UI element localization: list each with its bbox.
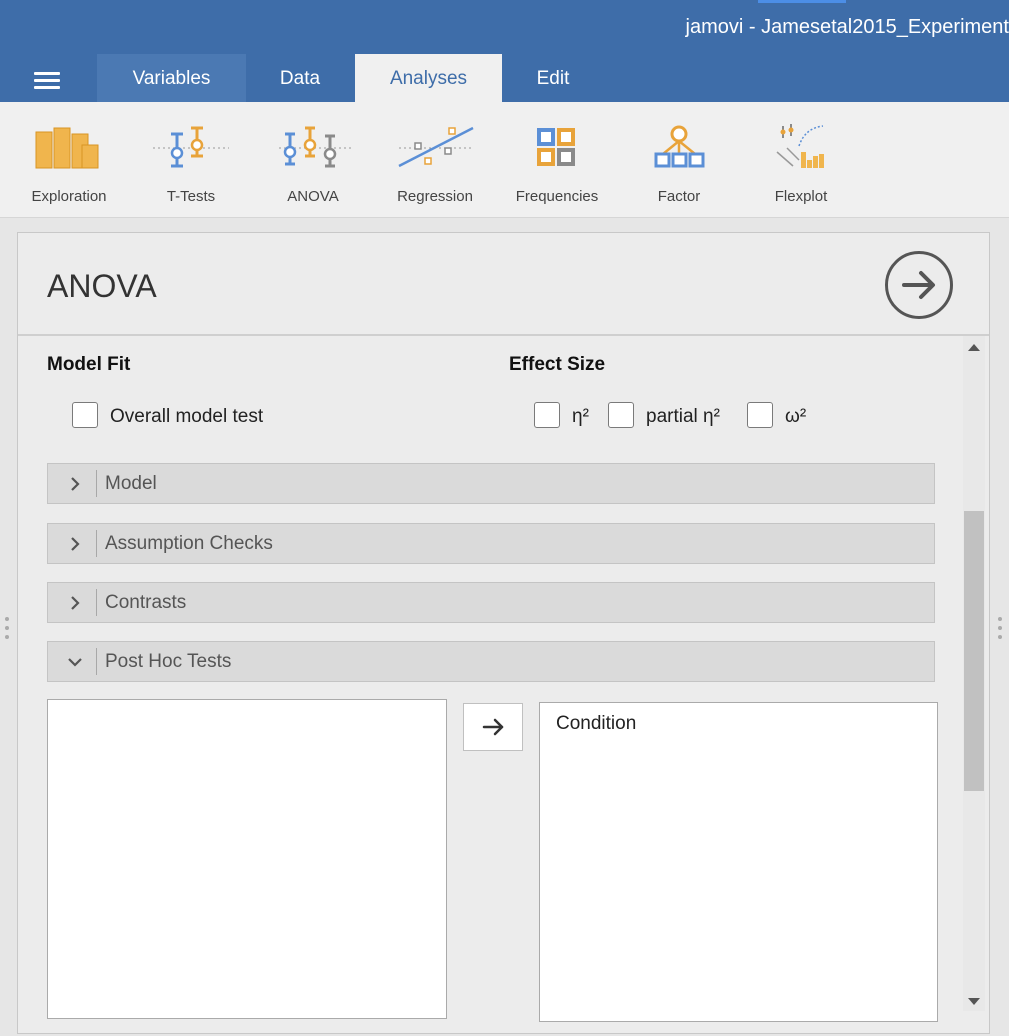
anova-button[interactable]: ANOVA: [253, 116, 373, 206]
selected-post-hoc-terms-list[interactable]: Condition: [539, 702, 938, 1022]
divider: [96, 530, 97, 557]
tab-data[interactable]: Data: [250, 54, 350, 102]
ribbon-label: Factor: [619, 188, 739, 205]
factor-button[interactable]: Factor: [619, 116, 739, 206]
frequencies-button[interactable]: Frequencies: [497, 116, 617, 206]
scroll-down-arrow-icon[interactable]: [968, 998, 980, 1005]
ribbon-label: Frequencies: [497, 188, 617, 205]
section-label: Assumption Checks: [105, 533, 273, 555]
regression-icon: [375, 120, 495, 176]
frequencies-icon: [497, 120, 617, 176]
partial-eta-squared-label: partial η²: [646, 406, 720, 428]
model-fit-heading: Model Fit: [47, 354, 130, 376]
window-title: jamovi - Jamesetal2015_Experiment: [686, 16, 1009, 39]
anova-icon: [253, 120, 373, 176]
available-variables-list[interactable]: [47, 699, 447, 1019]
effect-size-heading: Effect Size: [509, 354, 605, 376]
factor-icon: [619, 120, 739, 176]
flexplot-icon: [741, 120, 861, 176]
chevron-right-icon: [66, 594, 84, 612]
ribbon-label: Regression: [375, 188, 495, 205]
scroll-up-arrow-icon[interactable]: [968, 344, 980, 351]
omega-squared-label: ω²: [785, 406, 806, 428]
ribbon-label: T-Tests: [131, 188, 251, 205]
eta-squared-checkbox[interactable]: [534, 402, 560, 428]
regression-button[interactable]: Regression: [375, 116, 495, 206]
scrollbar-thumb[interactable]: [964, 511, 984, 791]
t-tests-icon: [131, 120, 251, 176]
chevron-right-icon: [66, 475, 84, 493]
t-tests-button[interactable]: T-Tests: [131, 116, 251, 206]
divider: [96, 470, 97, 497]
move-variable-button[interactable]: [463, 703, 523, 751]
model-section-header[interactable]: Model: [47, 463, 935, 504]
flexplot-button[interactable]: Flexplot: [741, 116, 861, 206]
divider: [96, 648, 97, 675]
go-to-results-button[interactable]: [885, 251, 953, 319]
tab-variables[interactable]: Variables: [97, 54, 246, 102]
contrasts-section-header[interactable]: Contrasts: [47, 582, 935, 623]
assumption-checks-section-header[interactable]: Assumption Checks: [47, 523, 935, 564]
exploration-icon: [9, 120, 129, 176]
right-resize-grip[interactable]: [997, 617, 1003, 645]
overall-model-test-checkbox[interactable]: [72, 402, 98, 428]
hamburger-menu-icon[interactable]: [34, 72, 60, 88]
eta-squared-label: η²: [572, 406, 589, 428]
panel-scrollbar[interactable]: [963, 336, 985, 1011]
ribbon-label: Exploration: [9, 188, 129, 205]
anova-options-panel: ANOVA Model Fit Overall model test Effec…: [17, 232, 990, 1034]
chevron-right-icon: [66, 535, 84, 553]
left-resize-grip[interactable]: [4, 617, 10, 645]
title-accent-bar: [758, 0, 846, 3]
panel-content: Model Fit Overall model test Effect Size…: [18, 336, 989, 1036]
panel-title: ANOVA: [47, 268, 157, 305]
section-label: Model: [105, 473, 157, 495]
analyses-ribbon: Exploration T-Tests: [0, 102, 1009, 218]
tab-analyses[interactable]: Analyses: [355, 54, 502, 102]
section-label: Contrasts: [105, 592, 186, 614]
divider: [96, 589, 97, 616]
panel-header: ANOVA: [18, 233, 989, 336]
ribbon-label: Flexplot: [741, 188, 861, 205]
exploration-button[interactable]: Exploration: [9, 116, 129, 206]
arrow-right-icon: [464, 704, 522, 750]
arrow-right-icon: [888, 254, 950, 316]
chevron-down-icon: [66, 653, 84, 671]
ribbon-label: ANOVA: [253, 188, 373, 205]
partial-eta-squared-checkbox[interactable]: [608, 402, 634, 428]
omega-squared-checkbox[interactable]: [747, 402, 773, 428]
overall-model-test-label: Overall model test: [110, 406, 263, 428]
section-label: Post Hoc Tests: [105, 651, 231, 673]
list-item-condition[interactable]: Condition: [556, 713, 636, 735]
post-hoc-tests-section-header[interactable]: Post Hoc Tests: [47, 641, 935, 682]
title-bar: jamovi - Jamesetal2015_Experiment: [0, 0, 1009, 56]
tab-edit[interactable]: Edit: [503, 54, 603, 102]
